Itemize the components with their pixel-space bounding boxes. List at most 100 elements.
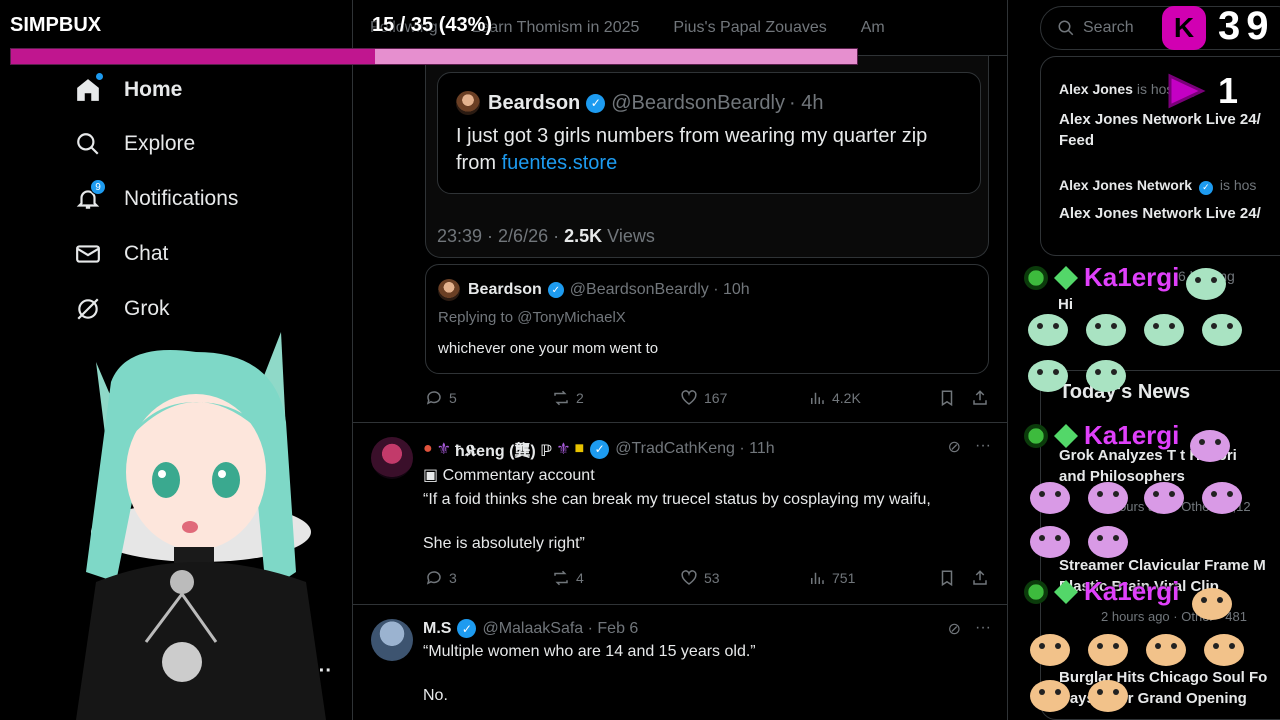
repost-button[interactable]: 2 — [552, 389, 680, 407]
avatar — [371, 619, 413, 661]
post-author-handle: @MalaakSafa · Feb 6 — [482, 619, 639, 637]
more-icon[interactable]: ··· — [975, 619, 991, 639]
chat-username: Ka1ergi — [1084, 420, 1180, 450]
reply-button[interactable]: 5 — [425, 389, 552, 407]
post-actions: 5 2 167 4.2K — [425, 386, 989, 410]
repost-icon — [554, 570, 568, 586]
cat-emote — [1088, 482, 1128, 514]
chat-message: Ka1ergi — [1024, 262, 1179, 293]
live-host-name: Alex Jones Network — [1059, 177, 1193, 193]
cat-emote — [1192, 588, 1232, 620]
kick-count: 39 — [1218, 4, 1275, 48]
grok-icon[interactable]: ⊘ — [948, 437, 961, 457]
timeline-tabs: Following Learn Thomism in 2025 Pius's P… — [353, 0, 1007, 56]
robot-icon: ▣ — [423, 467, 439, 484]
verified-icon: ✓ — [1198, 180, 1213, 195]
gem-badge-icon — [1054, 423, 1078, 448]
like-button[interactable]: 53 — [680, 569, 808, 587]
post-author-handle: @TradCathKeng · 11h — [615, 440, 775, 457]
share-button[interactable] — [971, 389, 989, 407]
cat-emote — [1190, 430, 1230, 462]
bookmark-icon — [941, 390, 953, 407]
mail-icon — [74, 240, 102, 268]
live-title: Alex Jones Network Live 24/ — [1059, 205, 1261, 222]
nav-chat[interactable]: Chat — [74, 234, 168, 274]
cat-emote — [1088, 680, 1128, 712]
share-button[interactable] — [971, 569, 989, 587]
reply-card[interactable]: Beardson ✓ @BeardsonBeardly · 10h Replyi… — [425, 264, 989, 374]
account-label: Commentary account — [442, 467, 595, 484]
tab-papal-zouaves[interactable]: Pius's Papal Zouaves — [656, 19, 843, 37]
post[interactable]: M.S ✓ @MalaakSafa · Feb 6 ⊘ ··· “Multipl… — [353, 604, 1007, 720]
timeline: Following Learn Thomism in 2025 Pius's P… — [352, 0, 1008, 720]
live-status: is hos — [1219, 177, 1257, 193]
nav-home[interactable]: Home — [74, 70, 182, 110]
live-item[interactable]: Alex Jones Network ✓ is hos — [1059, 177, 1256, 195]
cat-emote — [1204, 634, 1244, 666]
frog-emote — [1186, 268, 1226, 300]
bookmark-icon — [941, 570, 953, 587]
heart-icon — [681, 570, 697, 585]
kick-icon: K — [1162, 6, 1206, 50]
more-icon[interactable]: ··· — [975, 437, 991, 457]
live-title: Alex Jones Network Live 24/ Feed — [1059, 109, 1261, 151]
reply-button[interactable]: 3 — [425, 569, 552, 587]
like-button[interactable]: 167 — [680, 389, 808, 407]
tab-following[interactable]: Following — [353, 19, 455, 37]
chat-message: Ka1ergi — [1024, 576, 1179, 607]
cat-emote — [1030, 680, 1070, 712]
post-text-line2: She is absolutely right” — [423, 535, 585, 552]
repost-button[interactable]: 4 — [552, 569, 680, 587]
chat-avatar — [1024, 265, 1048, 290]
live-title-line: Alex Jones Network Live 24/ — [1059, 111, 1261, 128]
search-placeholder: Search — [1083, 19, 1134, 36]
bookmark-button[interactable] — [938, 389, 971, 407]
reply-icon — [426, 391, 441, 405]
gem-badge-icon — [1054, 579, 1078, 604]
heart-icon — [681, 390, 697, 405]
share-icon — [973, 570, 987, 585]
like-count: 53 — [704, 570, 720, 586]
views-button[interactable]: 751 — [808, 569, 938, 587]
frog-emote — [1028, 314, 1068, 346]
share-icon — [973, 390, 987, 405]
post-text-line2: No. — [423, 687, 448, 704]
bell-icon: 9 — [74, 179, 106, 213]
gem-badge-icon — [1054, 265, 1078, 290]
quote-card[interactable]: Beardson ✓ @BeardsonBeardly · 4h I just … — [425, 56, 989, 258]
chat-avatar — [1024, 423, 1048, 448]
live-host-name: Alex Jones — [1059, 81, 1133, 97]
live-title-line: Feed — [1059, 132, 1095, 149]
nav-explore[interactable]: Explore — [74, 124, 195, 164]
chat-username: Ka1ergi — [1084, 262, 1180, 292]
reply-count: 3 — [449, 570, 457, 586]
reply-author-handle: @BeardsonBeardly · 10h — [569, 281, 750, 298]
grok-icon[interactable]: ⊘ — [948, 619, 961, 639]
cat-emote — [1088, 634, 1128, 666]
quoted-post[interactable]: Beardson ✓ @BeardsonBeardly · 4h I just … — [437, 72, 981, 194]
post-timestamp: 23:39 · 2/6/26 · — [437, 226, 560, 246]
tab-am[interactable]: Am — [844, 19, 902, 37]
reply-count: 5 — [449, 390, 457, 406]
play-count: 1 — [1218, 70, 1239, 111]
views-button[interactable]: 4.2K — [808, 389, 938, 407]
frog-emote — [1144, 314, 1184, 346]
frog-emote — [1028, 360, 1068, 392]
home-dot — [96, 73, 103, 80]
like-count: 167 — [704, 390, 728, 406]
flame-icon: ● — [423, 440, 433, 457]
avatar — [456, 91, 480, 115]
verified-icon: ✓ — [586, 93, 606, 113]
bookmark-button[interactable] — [938, 569, 971, 587]
tab-learn-thomism[interactable]: Learn Thomism in 2025 — [455, 19, 657, 37]
cat-emote — [1030, 634, 1070, 666]
post-author-name: ħ𝕶eng (龔) ℙ — [455, 443, 553, 460]
fleur-de-lis-icon: ⚜ — [436, 441, 452, 458]
repost-icon — [554, 390, 568, 406]
nav-notifications[interactable]: 9 Notifications — [74, 179, 238, 219]
post-actions: 3 4 53 751 — [425, 566, 989, 590]
quote-link[interactable]: fuentes.store — [502, 152, 618, 174]
replying-to: Replying to @TonyMichaelX — [438, 309, 626, 326]
cat-emote — [1088, 526, 1128, 558]
post-author-name: M.S — [423, 619, 452, 637]
